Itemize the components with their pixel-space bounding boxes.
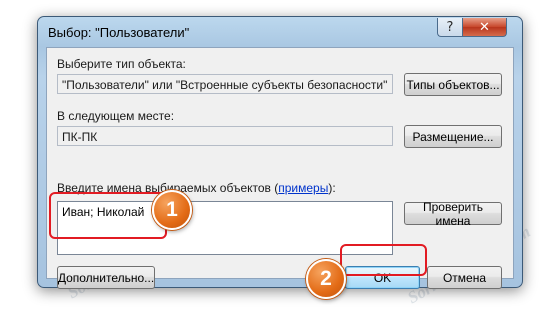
check-names-button[interactable]: Проверить имена — [404, 199, 502, 228]
dialog-body: Выберите тип объекта: "Пользователи" или… — [46, 47, 514, 289]
examples-link[interactable]: примеры — [278, 181, 328, 195]
check-names-button-label: Проверить имена — [422, 199, 483, 228]
locations-button[interactable]: Размещение... — [404, 125, 502, 148]
help-button[interactable]: ? — [437, 18, 462, 37]
step-badge-2: 2 — [306, 259, 346, 299]
advanced-button[interactable]: Дополнительно... — [57, 266, 155, 289]
object-types-button-label: Типы объектов... — [406, 77, 500, 92]
dialog-title: Выбор: "Пользователи" — [48, 25, 190, 40]
names-label-suffix: ): — [328, 181, 336, 195]
select-users-dialog: Выбор: "Пользователи" ? ✕ Выберите тип о… — [37, 16, 523, 289]
cancel-button[interactable]: Отмена — [427, 266, 502, 289]
highlight-names-input — [49, 192, 167, 239]
object-type-label: Выберите тип объекта: — [57, 57, 186, 71]
title-bar[interactable]: Выбор: "Пользователи" ? ✕ — [38, 17, 522, 47]
advanced-button-label: Дополнительно... — [57, 270, 155, 285]
cancel-button-label: Отмена — [442, 270, 487, 285]
help-icon: ? — [446, 19, 454, 35]
close-icon: ✕ — [479, 19, 490, 35]
close-button[interactable]: ✕ — [462, 18, 507, 37]
locations-button-label: Размещение... — [412, 129, 494, 144]
highlight-ok-button — [340, 244, 427, 276]
location-field: ПК-ПК — [57, 126, 393, 146]
location-label: В следующем месте: — [57, 109, 175, 123]
object-types-button[interactable]: Типы объектов... — [404, 73, 502, 96]
step-badge-1: 1 — [152, 190, 192, 230]
object-type-field: "Пользователи" или "Встроенные субъекты … — [57, 74, 393, 94]
